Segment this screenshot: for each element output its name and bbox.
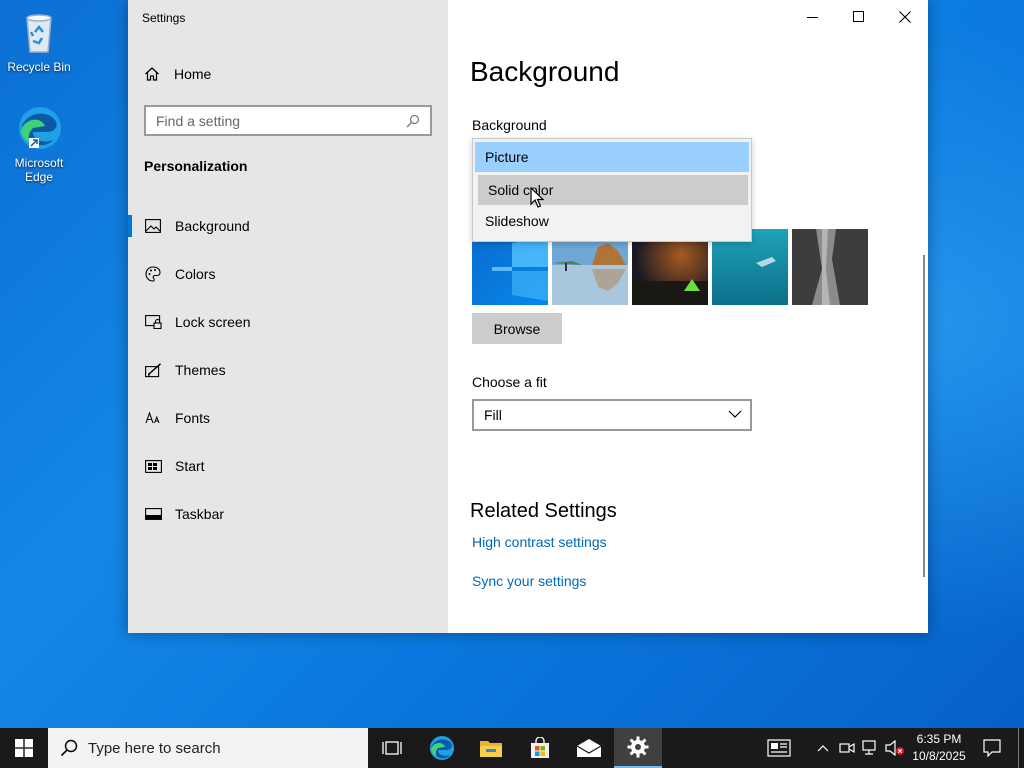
high-contrast-link[interactable]: High contrast settings (472, 534, 607, 550)
taskbar-icon (144, 505, 162, 523)
nav-item-themes[interactable]: Themes (128, 346, 448, 394)
mouse-cursor-icon (530, 187, 544, 208)
nav-item-fonts[interactable]: Fonts (128, 394, 448, 442)
nav-item-label: Background (175, 218, 250, 234)
taskbar-edge-button[interactable] (418, 728, 466, 768)
news-widget-button[interactable] (764, 728, 794, 768)
nav-home-label: Home (174, 66, 212, 82)
dropdown-option-solid-color[interactable]: Solid color (478, 175, 748, 205)
background-dropdown-list: Picture Solid color Slideshow (472, 138, 752, 242)
volume-button[interactable] (884, 728, 906, 768)
window-title: Settings (142, 11, 186, 25)
taskbar-mail-button[interactable] (565, 728, 613, 768)
desktop-icon-recycle-bin[interactable]: Recycle Bin (1, 8, 77, 74)
show-desktop-button[interactable] (1018, 728, 1019, 768)
meet-now-button[interactable] (838, 728, 856, 768)
desktop-icon-edge[interactable]: Microsoft Edge (1, 104, 77, 184)
taskbar-clock[interactable]: 6:35 PM 10/8/2025 (904, 731, 974, 765)
maximize-button[interactable] (836, 0, 882, 33)
close-icon (899, 10, 911, 23)
news-icon (767, 739, 791, 757)
taskbar-settings-button[interactable] (614, 728, 662, 768)
folder-icon (480, 741, 502, 757)
nav-home[interactable]: Home (144, 62, 211, 86)
dropdown-option-slideshow[interactable]: Slideshow (475, 206, 749, 236)
action-center-button[interactable] (978, 728, 1006, 768)
task-view-button[interactable] (368, 728, 416, 768)
windows-logo-icon (15, 739, 33, 757)
taskbar-store-button[interactable] (516, 728, 564, 768)
recycle-bin-icon (15, 8, 63, 56)
taskbar-search-input[interactable] (88, 739, 348, 757)
close-button[interactable] (882, 0, 928, 33)
taskbar: 6:35 PM 10/8/2025 (0, 728, 1024, 768)
camera-icon (839, 742, 855, 754)
page-title: Background (470, 56, 620, 87)
section-title: Personalization (144, 158, 248, 174)
nav-item-label: Start (175, 458, 205, 474)
desktop-icon-label: Microsoft Edge (14, 156, 64, 184)
picture-icon (144, 217, 162, 235)
choose-fit-select[interactable]: Fill (472, 399, 752, 431)
nav-item-start[interactable]: Start (128, 442, 448, 490)
brush-icon (144, 361, 162, 379)
minimize-button[interactable] (790, 0, 836, 33)
notification-icon (983, 739, 1001, 757)
find-setting-box[interactable] (144, 105, 432, 136)
related-settings-title: Related Settings (470, 500, 617, 522)
clock-date: 10/8/2025 (912, 749, 966, 763)
nav-item-label: Colors (175, 266, 216, 282)
nav-item-background[interactable]: Background (128, 202, 448, 250)
choose-fit-label: Choose a fit (472, 374, 547, 390)
browse-button[interactable]: Browse (472, 313, 562, 344)
home-icon (145, 67, 159, 81)
volume-muted-icon (885, 740, 904, 756)
minimize-icon (807, 16, 818, 18)
background-label: Background (472, 117, 547, 133)
task-view-icon (382, 741, 402, 755)
network-icon (862, 740, 876, 755)
start-button[interactable] (0, 728, 48, 768)
clock-time: 6:35 PM (916, 732, 962, 746)
taskbar-search-box[interactable] (48, 728, 368, 768)
edge-icon (15, 104, 63, 152)
gear-icon (627, 736, 649, 758)
nav-list: Background Colors Lock screen Themes Fon… (128, 202, 448, 538)
font-icon (144, 409, 162, 427)
scrollbar[interactable] (923, 255, 925, 577)
search-icon[interactable] (406, 114, 420, 128)
chevron-up-icon (817, 745, 829, 752)
chevron-down-icon (728, 410, 742, 418)
settings-window: Settings Home Personalization Background (128, 0, 928, 633)
show-hidden-icons-button[interactable] (814, 728, 832, 768)
find-setting-input[interactable] (156, 112, 406, 129)
edge-icon (430, 736, 454, 760)
lock-screen-icon (144, 313, 162, 331)
sync-settings-link[interactable]: Sync your settings (472, 573, 586, 589)
nav-item-label: Themes (175, 362, 226, 378)
nav-item-colors[interactable]: Colors (128, 250, 448, 298)
nav-item-lock-screen[interactable]: Lock screen (128, 298, 448, 346)
recent-image-rock-cliff[interactable] (792, 229, 868, 305)
choose-fit-value: Fill (484, 407, 502, 423)
navigation-pane: Settings Home Personalization Background (128, 0, 448, 633)
search-icon (60, 739, 78, 757)
nav-item-label: Lock screen (175, 314, 251, 330)
nav-item-label: Fonts (175, 410, 211, 426)
taskbar-file-explorer-button[interactable] (467, 728, 515, 768)
network-button[interactable] (861, 728, 881, 768)
store-icon (531, 737, 549, 758)
palette-icon (144, 265, 162, 283)
desktop-icon-label: Recycle Bin (7, 60, 71, 74)
nav-item-taskbar[interactable]: Taskbar (128, 490, 448, 538)
maximize-icon (853, 10, 864, 22)
mail-icon (576, 739, 602, 757)
start-icon (144, 457, 162, 475)
nav-item-label: Taskbar (175, 506, 225, 522)
dropdown-option-picture[interactable]: Picture (475, 142, 749, 172)
